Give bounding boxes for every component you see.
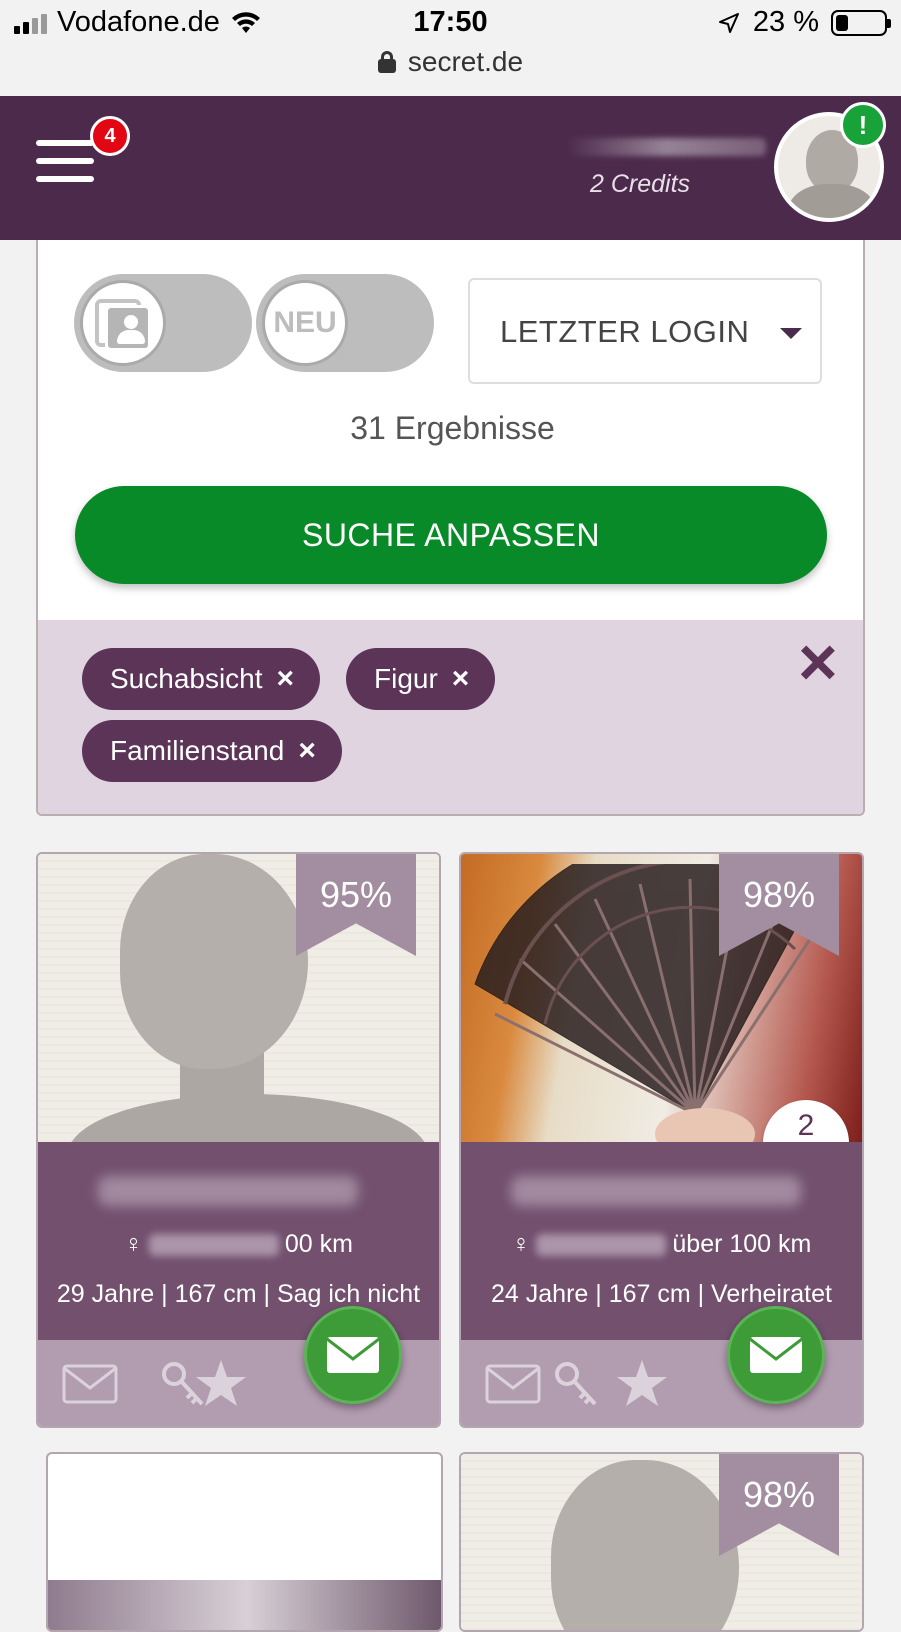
profile-name-blurred	[511, 1176, 801, 1206]
envelope-icon	[326, 1337, 380, 1373]
remove-tag-icon[interactable]: ×	[277, 662, 295, 696]
profile-details: 24 Jahre | 167 cm | Verheiratet	[491, 1280, 832, 1308]
profile-card[interactable]: 98%	[459, 1452, 864, 1632]
filter-tag-familienstand[interactable]: Familienstand ×	[82, 720, 342, 782]
profile-name-blurred	[98, 1176, 358, 1206]
star-icon[interactable]	[194, 1358, 248, 1410]
sort-select-value: LETZTER LOGIN	[500, 314, 750, 349]
filter-tag-label: Suchabsicht	[110, 663, 263, 694]
female-icon: ♀	[511, 1230, 531, 1258]
photo-count: 2	[797, 1109, 815, 1142]
address-bar[interactable]: secret.de	[0, 46, 901, 78]
profile-alert-badge[interactable]: !	[840, 102, 886, 148]
key-icon[interactable]	[553, 1360, 599, 1410]
adjust-search-button[interactable]: SUCHE ANPASSEN	[75, 486, 827, 584]
send-message-button[interactable]	[304, 1306, 402, 1404]
remove-tag-icon[interactable]: ×	[452, 662, 470, 696]
username-blurred	[566, 138, 766, 156]
photo-profile-icon	[95, 295, 151, 351]
location-blurred	[148, 1233, 279, 1256]
distance-row: ♀ 00 km	[38, 1230, 439, 1259]
distance-text: über 100 km	[672, 1230, 812, 1258]
filter-tag-figur[interactable]: Figur ×	[346, 648, 496, 710]
filter-tag-label: Familienstand	[110, 735, 285, 766]
distance-row: ♀ über 100 km	[461, 1230, 862, 1259]
active-filter-tags: Suchabsicht × Figur × Familienstand × ×	[38, 620, 863, 814]
menu-button[interactable]	[36, 136, 96, 188]
profile-card[interactable]: 98% 2 ♀ über 100 km 24 Jahre | 167 cm | …	[459, 852, 864, 1428]
filter-tag-label: Figur	[374, 663, 438, 694]
star-icon[interactable]	[615, 1358, 669, 1410]
photo-only-toggle[interactable]	[74, 274, 252, 372]
credits-label[interactable]: 2 Credits	[590, 170, 690, 199]
new-only-toggle[interactable]: NEU	[256, 274, 434, 372]
filter-panel: NEU LETZTER LOGIN 31 Ergebnisse SUCHE AN…	[36, 240, 865, 816]
profile-card[interactable]: 95% ♀ 00 km 29 Jahre | 167 cm | Sag ich …	[36, 852, 441, 1428]
distance-text: 00 km	[284, 1230, 353, 1258]
chevron-down-icon	[780, 328, 802, 339]
location-icon	[718, 12, 739, 33]
battery-percent: 23 %	[752, 6, 819, 38]
envelope-icon[interactable]	[485, 1364, 541, 1404]
envelope-icon[interactable]	[62, 1364, 118, 1404]
envelope-icon	[749, 1337, 803, 1373]
sort-select[interactable]: LETZTER LOGIN	[468, 278, 822, 384]
profile-info: ♀ 00 km 29 Jahre | 167 cm | Sag ich nich…	[38, 1142, 439, 1340]
lock-icon	[377, 51, 396, 73]
status-right: 23 %	[717, 6, 891, 39]
new-toggle-label: NEU	[273, 306, 337, 339]
profile-info: ♀ über 100 km 24 Jahre | 167 cm | Verhei…	[461, 1142, 862, 1340]
battery-icon	[831, 9, 891, 36]
female-icon: ♀	[124, 1230, 143, 1258]
profile-photo[interactable]	[48, 1580, 441, 1630]
filter-tag-suchabsicht[interactable]: Suchabsicht ×	[82, 648, 321, 710]
url-text: secret.de	[407, 46, 524, 77]
notification-badge: 4	[90, 116, 130, 156]
location-blurred	[536, 1233, 667, 1256]
remove-tag-icon[interactable]: ×	[298, 734, 316, 768]
profile-card[interactable]	[46, 1452, 443, 1632]
profile-details: 29 Jahre | 167 cm | Sag ich nicht	[56, 1280, 421, 1308]
results-count: 31 Ergebnisse	[350, 410, 555, 446]
status-bar: Vodafone.de 17:50 23 % secret.de	[0, 0, 901, 96]
clear-filters-icon[interactable]: ×	[798, 628, 838, 696]
send-message-button[interactable]	[727, 1306, 825, 1404]
app-header: 4 2 Credits !	[0, 96, 901, 240]
